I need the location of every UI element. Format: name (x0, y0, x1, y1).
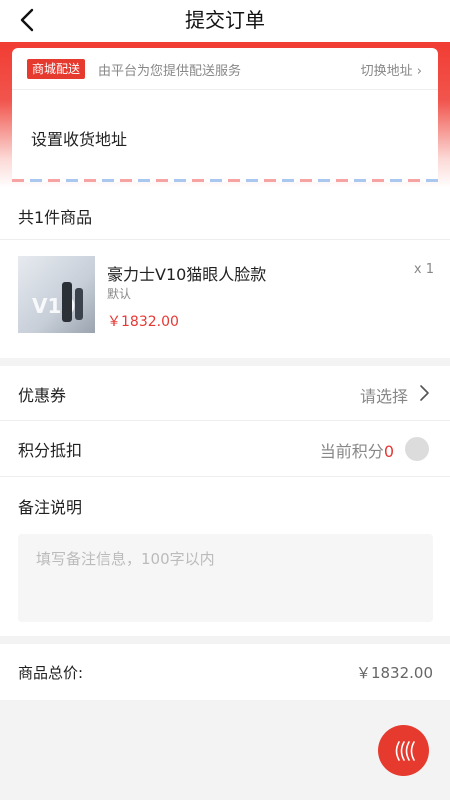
door-lock-graphic (62, 282, 72, 322)
product-price: ￥1832.00 (107, 314, 179, 330)
goods-count: 共1件商品 (18, 208, 93, 227)
points-row: 积分抵扣 当前积分0 (0, 421, 450, 476)
top-bar: 提交订单 (0, 0, 450, 42)
points-label: 积分抵扣 (18, 441, 83, 460)
points-toggle[interactable] (405, 437, 429, 461)
chevron-right-icon: › (416, 64, 422, 79)
product-quantity: x 1 (413, 262, 434, 277)
set-address-button[interactable]: 设置收货地址 (31, 126, 127, 150)
wave-lines-icon (395, 741, 415, 761)
total-section: 商品总价: ￥1832.00 (0, 644, 450, 700)
points-current: 当前积分0 (320, 438, 394, 462)
total-label: 商品总价: (18, 664, 84, 682)
order-options: 优惠券 请选择 积分抵扣 当前积分0 备注说明 (0, 366, 450, 636)
coupon-row[interactable]: 优惠券 请选择 (0, 366, 450, 421)
envelope-stripe (12, 179, 438, 182)
delivery-tag: 商城配送 (27, 59, 86, 79)
divider (0, 239, 450, 240)
page-title: 提交订单 (185, 8, 265, 32)
points-current-label: 当前积分 (319, 442, 384, 461)
floating-action-button[interactable] (378, 725, 429, 776)
product-name: 豪力士V10猫眼人脸款 (107, 265, 267, 284)
switch-address-label: 切换地址 (360, 64, 413, 79)
goods-section: 共1件商品 V10 豪力士V10猫眼人脸款 默认 ￥1832.00 x 1 (0, 188, 450, 358)
remark-label: 备注说明 (18, 498, 83, 517)
coupon-label: 优惠券 (18, 386, 67, 405)
divider (0, 476, 450, 477)
coupon-value: 请选择 (359, 387, 408, 406)
chevron-right-icon (420, 385, 429, 401)
address-card: 商城配送 由平台为您提供配送服务 切换地址 › 设置收货地址 (12, 48, 438, 182)
divider (12, 89, 438, 90)
switch-address-link[interactable]: 切换地址 › (361, 60, 422, 79)
points-current-value: 0 (383, 442, 394, 461)
product-spec: 默认 (107, 287, 132, 301)
delivery-description: 由平台为您提供配送服务 (98, 64, 242, 79)
door-lock-graphic (75, 288, 83, 320)
remark-input[interactable] (18, 534, 433, 622)
total-value: ￥1832.00 (355, 664, 433, 682)
product-image: V10 (18, 256, 95, 333)
